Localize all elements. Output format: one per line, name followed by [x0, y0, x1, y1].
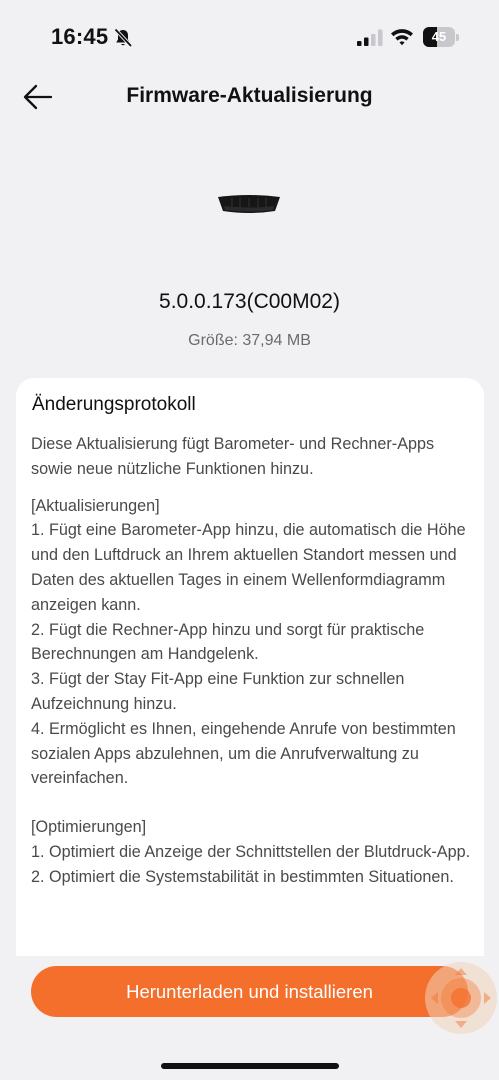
battery-level: 45 [431, 29, 447, 44]
changelog-body: Diese Aktualisierung fügt Barometer- und… [31, 432, 477, 890]
assistive-touch-button[interactable] [425, 962, 497, 1034]
changelog-title: Änderungsprotokoll [32, 394, 196, 415]
changelog-card[interactable]: Änderungsprotokoll Diese Aktualisierung … [16, 378, 484, 956]
update-item: 3. Fügt der Stay Fit-App eine Funktion z… [31, 670, 405, 713]
assistive-touch-icon [431, 968, 491, 1028]
optimization-item: 1. Optimiert die Anzeige der Schnittstel… [31, 842, 471, 861]
home-indicator[interactable] [161, 1063, 339, 1069]
status-time: 16:45 [51, 24, 109, 49]
update-item: 4. Ermöglicht es Ihnen, eingehende Anruf… [31, 719, 456, 788]
back-button[interactable] [20, 80, 56, 114]
battery-icon: 45 [423, 27, 459, 47]
page-title: Firmware-Aktualisierung [126, 84, 373, 107]
update-item: 1. Fügt eine Barometer-App hinzu, die au… [31, 521, 466, 614]
firmware-size: Größe: 37,94 MB [188, 332, 311, 349]
bell-muted-icon [114, 28, 133, 48]
optimization-item: 2. Optimiert die Systemstabilität in bes… [31, 867, 454, 886]
firmware-version: 5.0.0.173(C00M02) [159, 290, 340, 313]
download-install-button[interactable]: Herunterladen und installieren [31, 966, 468, 1017]
optimizations-heading: [Optimierungen] [31, 818, 147, 837]
changelog-intro: Diese Aktualisierung fügt Barometer- und… [31, 435, 435, 478]
status-bar: 16:45 45 [0, 0, 499, 74]
arrow-left-icon [23, 84, 53, 110]
watch-device-image [218, 195, 280, 213]
wifi-icon [391, 29, 413, 46]
update-item: 2. Fügt die Rechner-App hinzu und sorgt … [31, 620, 425, 664]
updates-heading: [Aktualisierungen] [31, 496, 160, 515]
cellular-signal-icon [357, 29, 383, 46]
